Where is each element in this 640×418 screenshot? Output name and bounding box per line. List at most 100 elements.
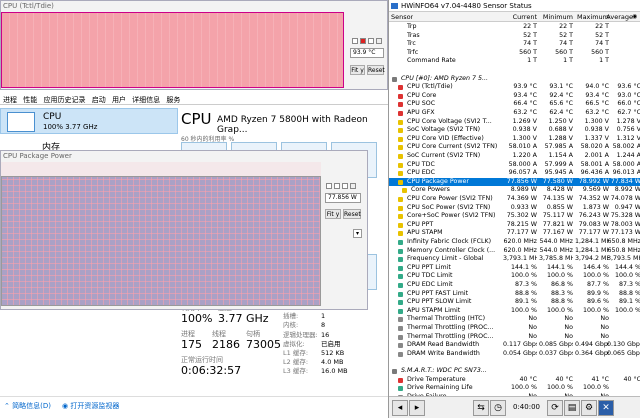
sensor-row[interactable]: Trc 74 T 74 T 74 T (389, 40, 640, 49)
sensor-row[interactable]: CPU Core Current (SVI2 TFN) 58.010 A 57.98… (389, 143, 640, 152)
sensor-row[interactable]: APU GFX 63.2 °C 62.4 °C 63.2 °C 62.7 °C (389, 109, 640, 118)
sensor-row[interactable]: CPU EDC 96.057 A 95.945 A 96.436 A 96.013 A (389, 169, 640, 178)
sensor-row[interactable]: APU STAPM Limit 100.0 % 100.0 % 100.0 % 100.… (389, 307, 640, 316)
reset-button[interactable]: Reset (367, 65, 385, 75)
nav-right-icon[interactable]: ▸ (409, 400, 425, 416)
sensor-row[interactable]: Thermal Throttling (PROC... No No No (389, 333, 640, 342)
color-swatch-icon[interactable] (350, 183, 356, 189)
sensor-row[interactable]: Trp 22 T 22 T 22 T (389, 23, 640, 32)
fit-y-button[interactable]: Fit y (350, 65, 365, 75)
maximum-value: 78.992 W (578, 177, 609, 185)
sensor-row[interactable]: CPU EDC Limit 87.3 % 86.8 % 87.7 % 87.3 % (389, 281, 640, 290)
tab-performance[interactable]: 性能 (23, 96, 37, 104)
sidebar-item-cpu[interactable]: CPU 100% 3.77 GHz (0, 108, 178, 134)
sensor-row[interactable]: CPU Core Power (SVI2 TFN) 74.369 W 74.135 … (389, 195, 640, 204)
sensor-row[interactable]: CPU (Tctl/Tdie) 93.9 °C 93.1 °C 94.0 °C 93.6… (389, 83, 640, 92)
col-minimum[interactable]: Minimum (539, 13, 573, 21)
sensor-row[interactable]: CPU Core Voltage (SVI2 T... 1.269 V 1.250 … (389, 118, 640, 127)
sensor-row[interactable]: Tras 52 T 52 T 52 T (389, 32, 640, 41)
network-icon[interactable]: ⇆ (473, 400, 489, 416)
average-value: 650.8 MHz (607, 238, 640, 245)
cpu-temp-graph-window[interactable]: CPU (Tctl/Tdie) 93.9 °C Fit y Reset (0, 0, 388, 90)
sensor-row[interactable]: CPU PPT SLOW Limit 89.1 % 88.8 % 89.6 % 89.1… (389, 298, 640, 307)
color-swatch-icon[interactable] (368, 38, 374, 44)
sensor-row[interactable]: CPU TDC 58.000 A 57.999 A 58.001 A 58.000 A (389, 161, 640, 170)
tab-details[interactable]: 详细信息 (132, 96, 160, 104)
sensor-group-row[interactable]: CPU [#0]: AMD Ryzen 7 5... (389, 75, 640, 84)
sensor-row[interactable]: CPU PPT FAST Limit 88.8 % 88.3 % 89.9 % 88.8… (389, 290, 640, 299)
thread-value: 2186 (212, 338, 240, 351)
sensor-row[interactable]: Infinity Fabric Clock (FCLK) 620.0 MHz 544… (389, 238, 640, 247)
col-average[interactable]: Average (599, 13, 633, 21)
resource-monitor-link[interactable]: ◉ 打开资源监视器 (62, 401, 119, 411)
sensor-row[interactable]: Frequency Limit - Global 3,793.1 MHz3,785… (389, 255, 640, 264)
sensor-type-icon (398, 119, 403, 125)
sensor-row[interactable]: DRAM Read Bandwidth 0.117 Gbps 0.085 Gbps 0… (389, 341, 640, 350)
sensor-type-icon (398, 93, 403, 99)
package-power-graph-window[interactable]: CPU Package Power 77.856 W Fit y Reset ▾ (0, 150, 368, 310)
sensor-row[interactable]: CPU Core VID (Effective) 1.300 V 1.288 V 1.… (389, 135, 640, 144)
maximum-value: 41 °C (591, 375, 609, 383)
maximum-value: 93.4 °C (585, 91, 609, 99)
sensor-row[interactable]: Core+SoC Power (SVI2 TFN) 75.302 W 75.117 … (389, 212, 640, 221)
spec-value: 8 (321, 321, 326, 330)
cpu-temp-graph-title: CPU (Tctl/Tdie) (3, 2, 54, 10)
tab-app-history[interactable]: 应用历史记录 (43, 96, 85, 104)
sensor-name: CPU Core Voltage (SVI2 T... (407, 117, 492, 125)
sensor-row[interactable]: SoC Voltage (SVI2 TFN) 0.938 V 0.688 V 0.93… (389, 126, 640, 135)
column-settings-icon[interactable]: ◉ (632, 13, 637, 20)
color-swatch-icon[interactable] (342, 183, 348, 189)
sensor-row[interactable]: DRAM Write Bandwidth 0.054 Gbps 0.037 Gbps… (389, 350, 640, 359)
sensor-row[interactable]: Command Rate 1 T 1 T 1 T (389, 57, 640, 66)
sensor-row[interactable]: CPU PPT 78.215 W 77.821 W 79.083 W 78.003 W (389, 221, 640, 230)
minimum-value: 1.288 V (548, 134, 573, 142)
sensor-row[interactable]: Memory Controller Clock (... 620.0 MHz 544… (389, 247, 640, 256)
settings-icon[interactable]: ⚙ (581, 400, 597, 416)
reset-button[interactable]: Reset (343, 209, 361, 219)
color-swatch-icon[interactable] (360, 38, 366, 44)
col-current[interactable]: Current (503, 13, 537, 21)
sensor-row[interactable]: Trfc 560 T 560 T 560 T (389, 49, 640, 58)
fit-y-button[interactable]: Fit y (325, 209, 341, 219)
nav-left-icon[interactable]: ◂ (392, 400, 408, 416)
brief-info-link[interactable]: ⌃ 简略信息(D) (4, 401, 51, 411)
sensor-row[interactable]: SoC Current (SVI2 TFN) 1.220 A 1.154 A 2.00… (389, 152, 640, 161)
color-swatch-icon[interactable] (326, 183, 332, 189)
sensor-row[interactable]: CPU PPT Limit 144.1 % 144.1 % 146.4 % 144.4 … (389, 264, 640, 273)
maximum-value: 2.001 A (584, 152, 609, 159)
sensor-row[interactable]: Drive Temperature 40 °C 40 °C 41 °C 40 °C (389, 376, 640, 385)
sensor-row[interactable]: CPU SOC 66.4 °C 65.6 °C 66.5 °C 66.0 °C (389, 100, 640, 109)
tab-services[interactable]: 服务 (166, 96, 180, 104)
tab-divider (0, 104, 388, 105)
sensor-row-selected[interactable]: CPU Package Power 77.856 W 77.580 W 78.992 … (389, 177, 640, 187)
report-icon[interactable]: ▤ (564, 400, 580, 416)
sensor-type-icon (398, 248, 403, 254)
sensor-type-icon (398, 222, 403, 228)
sensor-row[interactable]: CPU SoC Power (SVI2 TFN) 0.933 W 0.855 W 1.… (389, 204, 640, 213)
sensor-group-row[interactable]: S.M.A.R.T.: WDC PC SN73... (389, 367, 640, 376)
sensor-name: Infinity Fabric Clock (FCLK) (407, 238, 492, 245)
sensor-row[interactable]: Thermal Throttling (HTC) No No No (389, 315, 640, 324)
sensor-row[interactable]: Core Powers 8.989 W 8.428 W 9.569 W 8.992 W (389, 186, 640, 195)
reset-icon[interactable]: ⟳ (547, 400, 563, 416)
sensor-row[interactable]: CPU Core 93.4 °C 92.4 °C 93.4 °C 93.0 °C (389, 92, 640, 101)
col-sensor[interactable]: Sensor (391, 13, 413, 21)
tab-startup[interactable]: 启动 (92, 96, 106, 104)
sensor-name: CPU Core Current (SVI2 TFN) (407, 143, 498, 151)
color-swatch-icon[interactable] (376, 38, 382, 44)
sensor-type-icon (398, 214, 403, 220)
tab-processes[interactable]: 进程 (3, 96, 17, 104)
color-swatch-icon[interactable] (352, 38, 358, 44)
sensor-row[interactable]: Drive Remaining Life 100.0 % 100.0 % 100.0 … (389, 384, 640, 393)
scroll-down-icon[interactable]: ▾ (353, 229, 362, 238)
sensor-row[interactable]: CPU TDC Limit 100.0 % 100.0 % 100.0 % 100.0 … (389, 272, 640, 281)
tab-users[interactable]: 用户 (112, 96, 126, 104)
close-icon[interactable]: ✕ (598, 400, 614, 416)
average-value: 0.756 V (616, 126, 640, 134)
sensor-row[interactable]: Thermal Throttling (PROC... No No No (389, 324, 640, 333)
maximum-value: 58.001 A (580, 160, 609, 168)
color-swatch-icon[interactable] (334, 183, 340, 189)
average-value: 77.834 W (610, 177, 640, 185)
minimum-value: 57.985 A (544, 143, 573, 151)
sensor-row[interactable]: APU STAPM 77.177 W 77.167 W 77.177 W 77.173 … (389, 229, 640, 238)
